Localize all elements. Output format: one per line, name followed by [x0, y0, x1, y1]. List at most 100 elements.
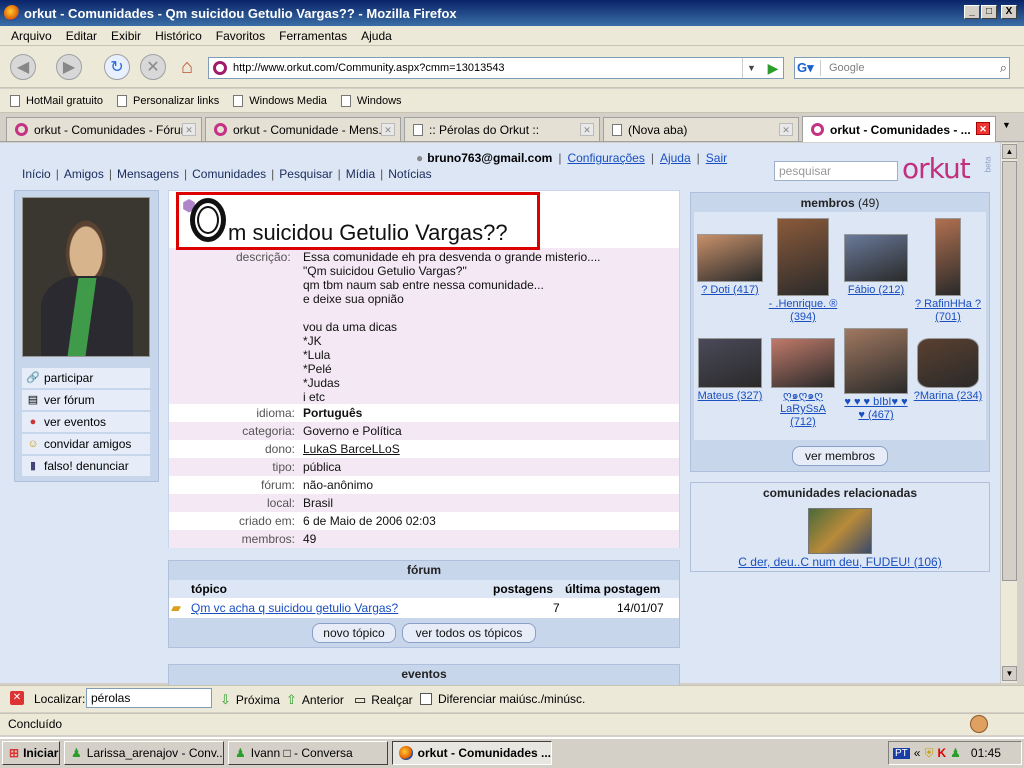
close-window-button[interactable]: X [1001, 5, 1017, 19]
member-card[interactable]: Fábio (212) [840, 218, 912, 297]
member-card[interactable]: - .Henrique. ® (394) [767, 218, 839, 324]
language-indicator[interactable]: PT [893, 747, 910, 759]
forum-topic-link[interactable]: Qm vc acha q suicidou getulio Vargas? [191, 601, 398, 615]
menu-ferramentas[interactable]: Ferramentas [279, 29, 347, 43]
settings-link[interactable]: Configurações [567, 151, 644, 165]
menu-favoritos[interactable]: Favoritos [216, 29, 265, 43]
search-icon[interactable]: ⌕ [1000, 60, 1007, 76]
new-topic-button[interactable]: novo tópico [312, 623, 396, 643]
nav-inicio[interactable]: Início [22, 167, 51, 181]
tab-nova-aba[interactable]: (Nova aba) ✕ [603, 117, 799, 141]
reload-icon[interactable]: ↻ [104, 54, 130, 80]
member-photo[interactable] [844, 234, 908, 282]
menu-editar[interactable]: Editar [66, 29, 97, 43]
community-photo[interactable] [22, 197, 150, 357]
nav-noticias[interactable]: Notícias [388, 167, 431, 181]
member-photo[interactable] [698, 338, 762, 388]
find-input[interactable]: pérolas [86, 688, 212, 708]
forward-icon[interactable]: ▶ [56, 54, 82, 80]
go-icon[interactable]: ▶ [764, 58, 782, 78]
status-addon-icon[interactable] [970, 715, 988, 733]
messenger-status-icon[interactable]: ♟ [950, 746, 961, 760]
find-prev-button[interactable]: ⇧ Anterior [286, 692, 344, 708]
match-case-checkbox[interactable]: Diferenciar maiúsc./minúsc. [420, 692, 585, 706]
close-find-icon[interactable]: ✕ [10, 691, 24, 705]
member-card[interactable]: ?Marina (234) [912, 328, 984, 403]
google-icon[interactable]: G▾ [797, 60, 821, 76]
close-tab-icon[interactable]: ✕ [381, 123, 395, 136]
orkut-top-nav: Início | Amigos | Mensagens | Comunidades | Pesq… [22, 167, 432, 181]
taskbar-item-firefox[interactable]: orkut - Comunidades ... [392, 741, 552, 765]
tab-comunidades-active[interactable]: orkut - Comunidades - ... ✕ [802, 116, 996, 142]
antivirus-icon[interactable]: K [937, 746, 946, 760]
report-fake-button[interactable]: ▮ falso! denunciar [22, 456, 150, 477]
scroll-down-icon[interactable]: ▼ [1002, 666, 1017, 681]
menu-exibir[interactable]: Exibir [111, 29, 141, 43]
community-title: m suicidou Getulio Vargas?? [228, 220, 508, 245]
member-photo[interactable] [917, 338, 979, 388]
orkut-search-input[interactable]: pesquisar [774, 161, 898, 181]
related-community-link[interactable]: C der, deu..C num deu, FUDEU! (106) [690, 555, 990, 569]
url-dropdown-icon[interactable]: ▼ [742, 58, 760, 78]
taskbar-item-ivann[interactable]: ♟ Ivann □ - Conversa [228, 741, 388, 765]
tab-mensagens[interactable]: orkut - Comunidade - Mens... ✕ [205, 117, 401, 141]
stop-icon[interactable]: ✕ [140, 54, 166, 80]
taskbar-item-larissa[interactable]: ♟ Larissa_arenajov - Conv... [64, 741, 224, 765]
menu-historico[interactable]: Histórico [155, 29, 202, 43]
bookmark-windows[interactable]: Windows [340, 94, 402, 107]
nav-mensagens[interactable]: Mensagens [117, 167, 179, 181]
owner-link[interactable]: LukaS BarceLLoS [303, 442, 400, 456]
member-photo[interactable] [777, 218, 829, 296]
shield-icon[interactable]: ⛨ [924, 746, 933, 761]
nav-comunidades[interactable]: Comunidades [192, 167, 266, 181]
minimize-button[interactable]: _ [964, 5, 980, 19]
all-topics-button[interactable]: ver todos os tópicos [402, 623, 536, 643]
checkbox-icon[interactable] [420, 693, 432, 705]
close-tab-icon[interactable]: ✕ [580, 123, 594, 136]
member-card[interactable]: ? Doti (417) [694, 218, 766, 297]
page-scrollbar[interactable]: ▲ ▼ [1000, 143, 1017, 683]
tab-list-icon[interactable]: ▼ [1002, 120, 1011, 130]
close-tab-icon[interactable]: ✕ [779, 123, 793, 136]
menu-arquivo[interactable]: Arquivo [11, 29, 52, 43]
logout-link[interactable]: Sair [706, 151, 727, 165]
find-next-button[interactable]: ⇩ Próxima [220, 692, 280, 708]
member-card[interactable]: ♥ ♥ ♥ bIbI♥ ♥ ♥ (467) [840, 328, 912, 422]
maximize-button[interactable]: □ [981, 5, 997, 19]
help-link[interactable]: Ajuda [660, 151, 691, 165]
bookmark-hotmail[interactable]: HotMail gratuito [10, 94, 103, 107]
scroll-up-icon[interactable]: ▲ [1002, 144, 1017, 159]
back-icon[interactable]: ◀ [10, 54, 36, 80]
view-forum-button[interactable]: ▤ ver fórum [22, 390, 150, 411]
bookmark-windows-media[interactable]: Windows Media [233, 94, 327, 107]
home-icon[interactable]: ⌂ [174, 54, 200, 80]
tray-expand-icon[interactable]: « [914, 746, 921, 760]
see-members-button[interactable]: ver membros [792, 446, 888, 466]
nav-amigos[interactable]: Amigos [64, 167, 104, 181]
bookmark-personalizar[interactable]: Personalizar links [117, 94, 219, 107]
member-card[interactable]: ღ๑ღ๑ღ LaRySsA (712) [767, 328, 839, 429]
tab-forum[interactable]: orkut - Comunidades - Fórum ✕ [6, 117, 202, 141]
nav-midia[interactable]: Mídia [346, 167, 375, 181]
web-search-input[interactable]: G▾ Google ⌕ [794, 57, 1010, 79]
join-button[interactable]: 🔗 participar [22, 368, 150, 389]
member-photo[interactable] [771, 338, 835, 388]
scroll-thumb[interactable] [1002, 161, 1017, 581]
close-tab-icon[interactable]: ✕ [976, 122, 990, 135]
orkut-logo[interactable]: orkut [902, 152, 971, 185]
member-card[interactable]: Mateus (327) [694, 328, 766, 403]
nav-pesquisar[interactable]: Pesquisar [279, 167, 332, 181]
url-bar[interactable]: http://www.orkut.com/Community.aspx?cmm=… [208, 57, 784, 79]
member-photo[interactable] [844, 328, 908, 394]
tab-perolas[interactable]: :: Pérolas do Orkut :: ✕ [404, 117, 600, 141]
close-tab-icon[interactable]: ✕ [182, 123, 196, 136]
view-events-button[interactable]: ● ver eventos [22, 412, 150, 433]
member-photo[interactable] [697, 234, 763, 282]
start-button[interactable]: ⊞ Iniciar [2, 741, 60, 765]
menu-ajuda[interactable]: Ajuda [361, 29, 392, 43]
highlight-button[interactable]: ▭ Realçar [354, 692, 413, 708]
related-community-image[interactable] [808, 508, 872, 554]
member-card[interactable]: ? RafinHHa ? (701) [912, 218, 984, 324]
member-photo[interactable] [935, 218, 961, 296]
invite-friends-button[interactable]: ☺ convidar amigos [22, 434, 150, 455]
